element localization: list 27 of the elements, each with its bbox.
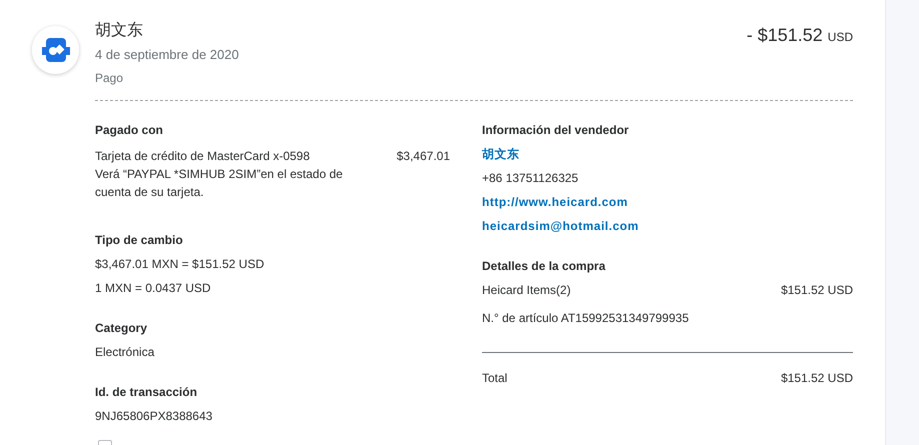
seller-phone: +86 13751126325 xyxy=(482,170,580,186)
item-amount: $151.52 USD xyxy=(780,282,853,298)
statement-note: Verá “PAYPAL *SIMHUB 2SIM”en el estado de cuenta de su tarjeta. xyxy=(95,166,344,200)
payment-method: Tarjeta de crédito de MasterCard x-0598 xyxy=(95,148,311,164)
seller-link[interactable]: 胡文东 xyxy=(482,144,520,162)
merchant-name: 胡文东 xyxy=(95,20,144,41)
transaction-id: 9NJ65806PX8388643 xyxy=(95,408,214,424)
section-heading: Pagado con xyxy=(95,122,164,138)
phone-icon xyxy=(40,35,70,65)
total-label: Total xyxy=(482,370,508,386)
seller-link[interactable]: http://www.heicard.com xyxy=(482,192,628,210)
transaction-type: Pago xyxy=(95,70,124,86)
section-heading: Id. de transacción xyxy=(95,384,198,400)
exchange-rate: 1 MXN = 0.0437 USD xyxy=(95,280,212,296)
exchange-rate: $3,467.01 MXN = $151.52 USD xyxy=(95,256,266,272)
item-name: Heicard Items(2) xyxy=(482,282,571,298)
section-heading: Información del vendedor xyxy=(482,122,630,138)
seller-link[interactable]: heicardsim@hotmail.com xyxy=(482,216,639,234)
category-value: Electrónica xyxy=(95,344,156,360)
section-heading: Category xyxy=(95,320,148,336)
section-heading: Tipo de cambio xyxy=(95,232,184,248)
payment-amount: $3,467.01 xyxy=(396,148,450,164)
transaction-amount: - $151.52 USD xyxy=(746,24,853,47)
section-heading: Detalles de la compra xyxy=(482,258,606,274)
item-number: N.° de artículo AT15992531349799935 xyxy=(482,310,690,326)
transaction-date: 4 de septiembre de 2020 xyxy=(95,46,239,64)
total-amount: $151.52 USD xyxy=(780,370,853,386)
